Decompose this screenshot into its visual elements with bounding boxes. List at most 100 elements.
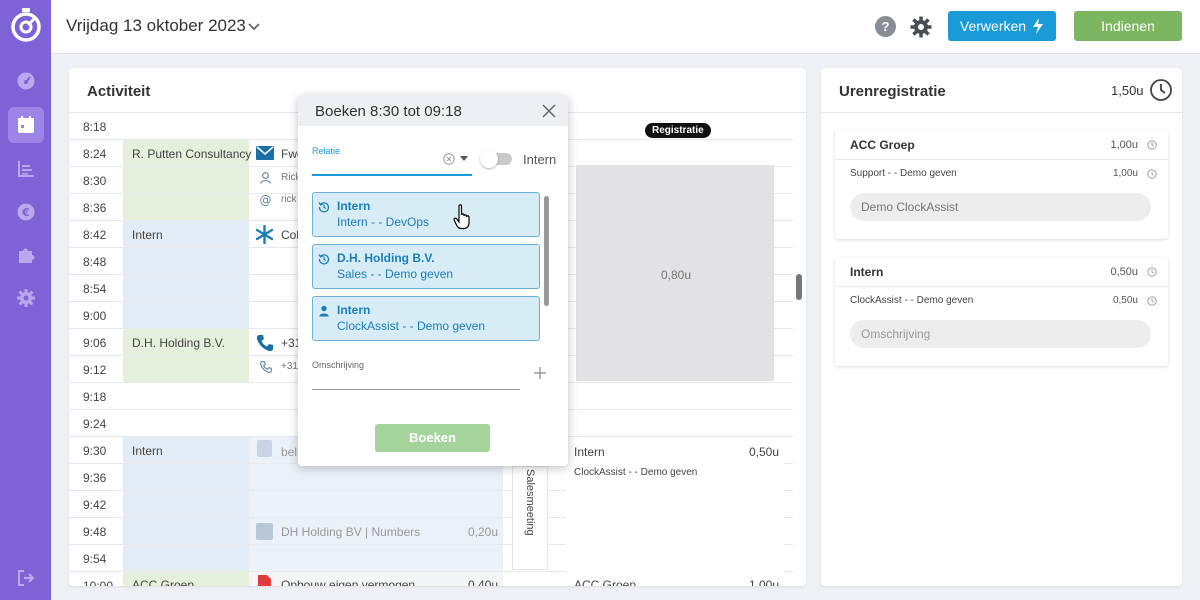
- registration-hours: 0,80u: [661, 268, 692, 282]
- suggestion-subtitle: Sales - - Demo geven: [337, 267, 454, 281]
- scrollbar[interactable]: [796, 274, 802, 300]
- sidebar-item-integrations[interactable]: [8, 237, 44, 273]
- registratie-badge: Registratie: [645, 123, 711, 138]
- date-title[interactable]: Vrijdag 13 oktober 2023: [66, 16, 246, 36]
- time-label: 10:00: [83, 579, 114, 586]
- calendar-icon: [18, 116, 34, 133]
- uren-total: 1,50u: [1111, 83, 1144, 98]
- chevron-down-icon[interactable]: [246, 18, 262, 34]
- clock-icon: [1147, 296, 1157, 306]
- phone-icon: [256, 335, 273, 352]
- booked-title: Intern: [574, 445, 605, 459]
- numbers-label: DH Holding BV | Numbers: [281, 525, 421, 539]
- sidebar-item-finance[interactable]: €: [8, 194, 44, 230]
- verwerken-button[interactable]: Verwerken: [948, 11, 1056, 41]
- contact-mail: rick: [281, 194, 297, 205]
- uren-card-hours: 1,00u: [1110, 139, 1138, 151]
- description-input[interactable]: Demo ClockAssist: [850, 193, 1151, 221]
- booked-card[interactable]: Intern 0,50u ClockAssist - - Demo geven: [566, 438, 784, 586]
- time-label: 9:24: [83, 417, 107, 431]
- relatie-input[interactable]: [312, 156, 440, 174]
- relation-label: D.H. Holding B.V.: [132, 336, 225, 350]
- clear-icon[interactable]: [443, 153, 455, 165]
- time-label: 8:42: [83, 228, 107, 242]
- time-label: 8:18: [83, 120, 107, 134]
- uren-card-hours: 0,50u: [1110, 266, 1138, 278]
- time-label: 9:54: [83, 552, 107, 566]
- plus-icon[interactable]: [533, 366, 547, 380]
- suggestion-scrollbar[interactable]: [544, 196, 549, 306]
- time-label: 8:54: [83, 282, 107, 296]
- dashboard-icon: [17, 72, 35, 90]
- settings-gear-icon[interactable]: [909, 15, 933, 39]
- puzzle-icon: [19, 248, 35, 263]
- urenregistratie-panel: Urenregistratie 1,50u ACC Groep 1,00u Su…: [821, 68, 1182, 586]
- svg-text:€: €: [21, 206, 30, 219]
- history-icon: [318, 254, 330, 265]
- logout-button[interactable]: [8, 560, 44, 596]
- uren-title: Urenregistratie: [839, 83, 946, 100]
- time-label: 9:12: [83, 363, 107, 377]
- clock-icon: [1147, 140, 1157, 150]
- uren-card-subhours: 0,50u: [1112, 295, 1138, 306]
- time-label: 8:48: [83, 255, 107, 269]
- clock-icon: [1150, 79, 1172, 101]
- app-logo-icon[interactable]: [10, 8, 42, 42]
- suggestion-item[interactable]: Intern ClockAssist - - Demo geven: [312, 296, 540, 341]
- indienen-button[interactable]: Indienen: [1074, 11, 1182, 41]
- clock-icon: [1147, 169, 1157, 179]
- at-icon: @: [260, 193, 272, 206]
- verwerken-label: Verwerken: [959, 18, 1027, 34]
- hand-cursor-icon: [453, 204, 470, 230]
- close-icon[interactable]: [541, 103, 557, 119]
- description-input[interactable]: Omschrijving: [850, 320, 1151, 348]
- popup-header: Boeken 8:30 tot 09:18: [298, 96, 568, 126]
- intern-toggle[interactable]: [480, 150, 512, 168]
- sidebar-item-calendar[interactable]: [8, 107, 44, 143]
- phone-number: +31: [281, 361, 298, 372]
- clock-icon: [1147, 267, 1157, 277]
- svg-text:@: @: [260, 193, 272, 206]
- sidebar-item-reports[interactable]: [8, 151, 44, 187]
- relation-label: Intern: [132, 228, 163, 242]
- omschrijving-input[interactable]: [312, 370, 520, 388]
- history-icon: [318, 202, 330, 213]
- uren-card-subhours: 1,00u: [1112, 168, 1138, 179]
- boeken-button[interactable]: Boeken: [375, 424, 490, 452]
- salesmeeting-block[interactable]: Salesmeeting: [512, 466, 548, 570]
- sidebar: €: [0, 0, 51, 600]
- suggestion-title: Intern: [337, 303, 371, 317]
- uren-card[interactable]: ACC Groep 1,00u Support - - Demo geven 1…: [835, 130, 1168, 239]
- chart-icon: [18, 161, 34, 177]
- mail-icon: [256, 146, 274, 160]
- logout-icon: [18, 570, 35, 586]
- caret-down-icon[interactable]: [460, 156, 468, 161]
- divider: [821, 112, 1182, 113]
- time-label: 9:48: [83, 525, 107, 539]
- asterisk-icon: [255, 225, 274, 244]
- suggestion-title: D.H. Holding B.V.: [337, 251, 435, 265]
- booking-popup: Boeken 8:30 tot 09:18 Relatie Intern Int…: [298, 96, 568, 466]
- uren-card-title: Intern: [850, 265, 884, 279]
- euro-icon: €: [17, 203, 35, 221]
- next-booked-hours: 1,00u: [749, 578, 780, 586]
- suggestion-subtitle: Intern - - DevOps: [337, 215, 430, 229]
- gear-icon: [17, 289, 35, 307]
- salesmeeting-label: Salesmeeting: [524, 469, 536, 536]
- uren-card[interactable]: Intern 0,50u ClockAssist - - Demo geven …: [835, 257, 1168, 366]
- popup-title: Boeken 8:30 tot 09:18: [315, 103, 462, 120]
- sidebar-item-dashboard[interactable]: [8, 63, 44, 99]
- uren-card-title: ACC Groep: [850, 138, 915, 152]
- help-icon[interactable]: ?: [875, 16, 896, 37]
- time-label: 9:42: [83, 498, 107, 512]
- pdf-icon: [258, 575, 271, 586]
- suggestion-item[interactable]: D.H. Holding B.V. Sales - - Demo geven: [312, 244, 540, 289]
- toggle-label: Intern: [523, 152, 557, 167]
- activity-title: Activiteit: [87, 83, 151, 100]
- opbouw-hours: 0,40u: [468, 578, 499, 586]
- suggestion-item[interactable]: Intern Intern - - DevOps: [312, 192, 540, 237]
- sidebar-item-settings[interactable]: [8, 280, 44, 316]
- user-icon: [319, 305, 329, 317]
- time-label: 9:00: [83, 309, 107, 323]
- numbers-hours: 0,20u: [468, 525, 499, 539]
